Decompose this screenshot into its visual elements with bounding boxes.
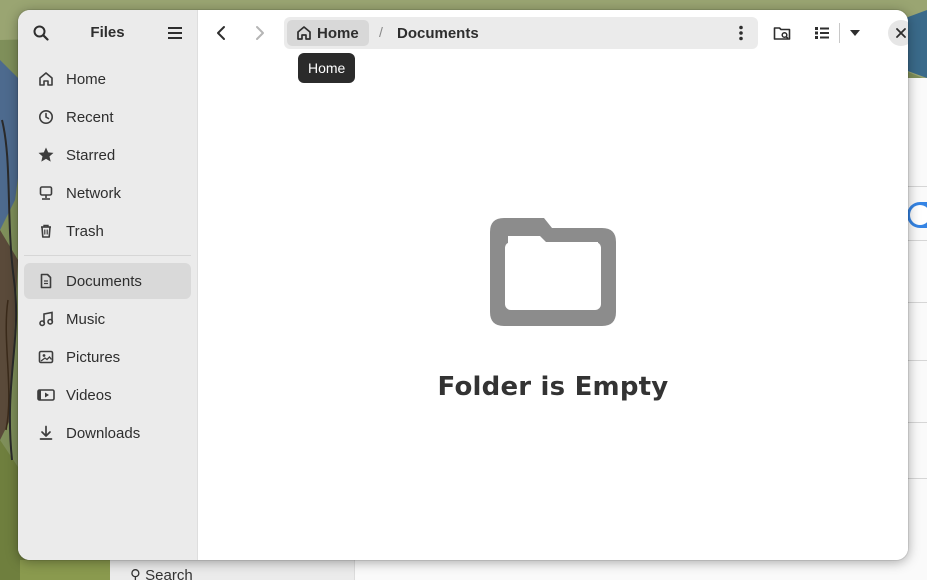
sidebar-header: Files — [18, 10, 197, 56]
path-bar: Home / Documents — [284, 17, 758, 49]
forward-button[interactable] — [243, 16, 277, 50]
sidebar-separator — [24, 255, 191, 256]
breadcrumb-separator: / — [379, 24, 383, 40]
files-window: Files Home Recent Starred Network Trash … — [18, 10, 908, 560]
chevron-left-icon — [217, 26, 225, 40]
folder-icon — [490, 218, 616, 326]
sidebar-item-documents[interactable]: Documents — [24, 263, 191, 299]
empty-state: Folder is Empty — [198, 214, 908, 402]
close-button[interactable] — [888, 20, 908, 46]
picture-icon — [36, 347, 56, 367]
hamburger-menu-icon — [168, 27, 182, 39]
sidebar-item-label: Trash — [66, 222, 104, 240]
document-icon — [36, 271, 56, 291]
content-pane: Home / Documents Home Folder is Empty — [198, 10, 908, 560]
sidebar-item-label: Network — [66, 184, 122, 202]
sidebar-item-label: Home — [66, 70, 107, 88]
sidebar-item-label: Pictures — [66, 348, 121, 366]
download-icon — [36, 423, 56, 443]
sidebar-item-pictures[interactable]: Pictures — [24, 339, 191, 375]
search-folder-button[interactable] — [765, 16, 799, 50]
toolbar-divider — [839, 23, 840, 43]
sidebar-item-music[interactable]: Music — [24, 301, 191, 337]
list-view-icon — [815, 27, 829, 39]
chevron-right-icon — [256, 26, 264, 40]
sidebar-item-network[interactable]: Network — [24, 175, 191, 211]
tooltip: Home — [298, 53, 356, 83]
breadcrumb-home[interactable]: Home — [287, 20, 369, 46]
sidebar-item-label: Recent — [66, 108, 114, 126]
home-icon — [296, 25, 312, 41]
view-options-button[interactable] — [841, 16, 869, 50]
back-button[interactable] — [204, 16, 238, 50]
search-icon: ⚲ — [130, 567, 141, 580]
list-view-button[interactable] — [805, 16, 839, 50]
background-search-label: ⚲ Search — [130, 566, 193, 580]
sidebar-item-label: Music — [66, 310, 106, 328]
chevron-down-icon — [850, 30, 860, 36]
sidebar-item-downloads[interactable]: Downloads — [24, 415, 191, 451]
trash-icon — [36, 221, 56, 241]
main-menu-button[interactable] — [158, 16, 192, 50]
background-toggle — [907, 202, 927, 228]
sidebar-places-list: Home Recent Starred Network Trash Docume… — [24, 61, 191, 453]
sidebar-item-label: Starred — [66, 146, 116, 164]
sidebar-item-label: Documents — [66, 272, 142, 290]
star-icon — [36, 145, 56, 165]
video-icon — [36, 385, 56, 405]
header-bar: Home / Documents — [198, 10, 908, 56]
sidebar-item-videos[interactable]: Videos — [24, 377, 191, 413]
music-icon — [36, 309, 56, 329]
sidebar-item-starred[interactable]: Starred — [24, 137, 191, 173]
breadcrumb-home-label: Home — [317, 24, 359, 42]
breadcrumb-documents[interactable]: Documents — [389, 20, 487, 46]
network-icon — [36, 183, 56, 203]
path-menu-button[interactable] — [726, 17, 756, 49]
clock-icon — [36, 107, 56, 127]
sidebar-item-recent[interactable]: Recent — [24, 99, 191, 135]
kebab-menu-icon — [739, 25, 743, 41]
home-icon — [36, 69, 56, 89]
folder-search-icon — [773, 27, 791, 40]
sidebar-item-label: Videos — [66, 386, 112, 404]
sidebar-item-trash[interactable]: Trash — [24, 213, 191, 249]
sidebar: Files Home Recent Starred Network Trash … — [18, 10, 198, 560]
close-icon — [896, 28, 906, 38]
sidebar-item-home[interactable]: Home — [24, 61, 191, 97]
empty-message: Folder is Empty — [437, 372, 669, 402]
sidebar-item-label: Downloads — [66, 424, 141, 442]
